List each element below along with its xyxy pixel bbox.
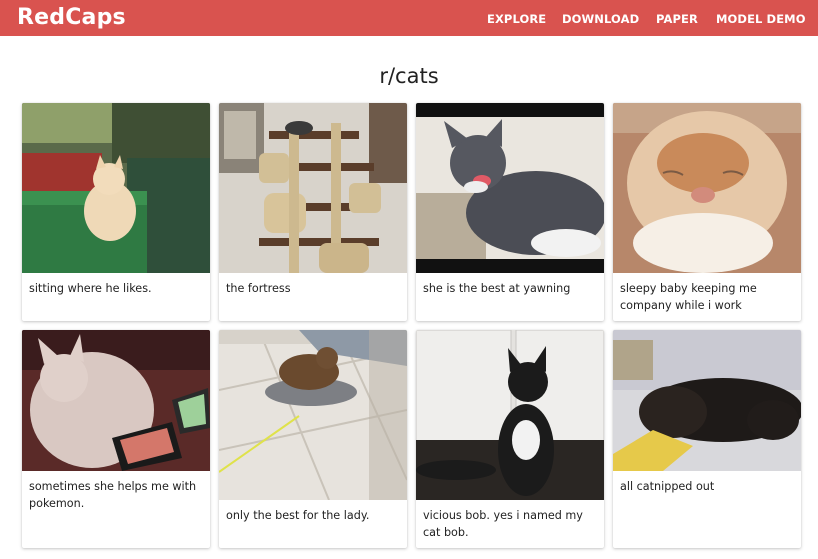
card-caption: sitting where he likes. <box>29 282 152 295</box>
image-card[interactable]: sometimes she helps me with pokemon. <box>22 330 210 548</box>
card-caption: the fortress <box>226 282 291 295</box>
nav-explore[interactable]: EXPLORE <box>487 12 546 26</box>
nav-download[interactable]: DOWNLOAD <box>562 12 639 26</box>
cat-photo <box>219 103 407 273</box>
cat-photo <box>416 330 604 500</box>
nav-model-demo[interactable]: MODEL DEMO <box>716 12 806 26</box>
card-caption: vicious bob. yes i named my cat bob. <box>423 509 583 539</box>
page-title: r/cats <box>379 64 439 88</box>
image-card[interactable]: only the best for the lady. <box>219 330 407 548</box>
cat-photo <box>22 330 210 471</box>
card-caption: all catnipped out <box>620 480 715 493</box>
image-card[interactable]: vicious bob. yes i named my cat bob. <box>416 330 604 548</box>
image-card[interactable]: sleepy baby keeping me company while i w… <box>613 103 801 321</box>
cat-photo <box>613 330 801 471</box>
cat-photo <box>416 103 604 273</box>
image-card[interactable]: all catnipped out <box>613 330 801 548</box>
brand-logo[interactable]: RedCaps <box>17 5 126 30</box>
image-card[interactable]: the fortress <box>219 103 407 321</box>
navbar: RedCaps EXPLORE DOWNLOAD PAPER MODEL DEM… <box>0 0 818 36</box>
cat-photo <box>219 330 407 500</box>
image-card[interactable]: sitting where he likes. <box>22 103 210 321</box>
image-card[interactable]: she is the best at yawning <box>416 103 604 321</box>
cat-photo <box>613 103 801 273</box>
nav-paper[interactable]: PAPER <box>656 12 698 26</box>
cat-photo <box>22 103 210 273</box>
card-caption: only the best for the lady. <box>226 509 370 522</box>
card-caption: sometimes she helps me with pokemon. <box>29 480 197 510</box>
card-caption: sleepy baby keeping me company while i w… <box>620 282 757 312</box>
card-caption: she is the best at yawning <box>423 282 571 295</box>
